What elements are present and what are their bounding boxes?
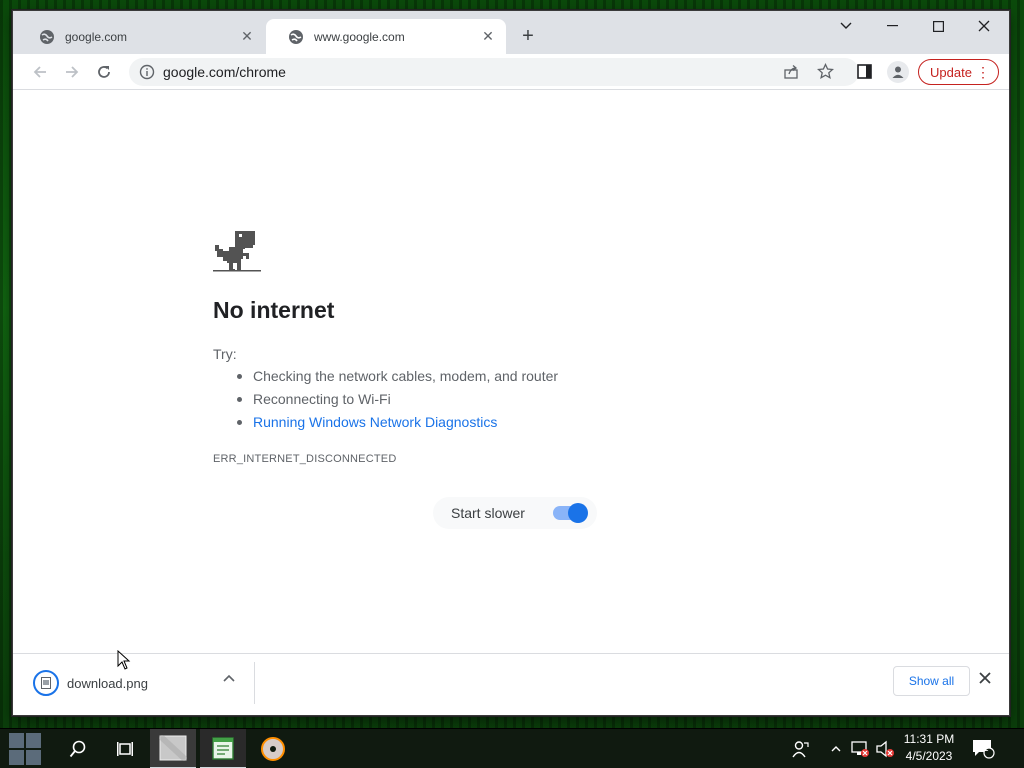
download-item[interactable]: download.png — [33, 668, 148, 698]
forward-button[interactable] — [59, 59, 85, 85]
tab-label: www.google.com — [314, 29, 405, 44]
clock-date: 4/5/2023 — [905, 749, 953, 763]
chevron-down-icon — [840, 22, 852, 29]
mouse-cursor-icon — [117, 650, 131, 670]
notepad-icon — [212, 737, 234, 760]
start-slower-toggle[interactable] — [552, 503, 588, 523]
people-icon — [792, 741, 809, 758]
volume-muted-icon — [876, 740, 894, 758]
tab-strip: google.com ✕ www.google.com ✕ + — [13, 11, 1009, 54]
close-icon[interactable] — [979, 672, 991, 684]
search-button[interactable] — [55, 729, 101, 768]
disc-icon — [261, 737, 285, 761]
toggle-knob — [567, 503, 588, 523]
network-status-button[interactable] — [848, 729, 872, 768]
search-icon — [69, 740, 86, 758]
tab-close-icon[interactable]: ✕ — [480, 28, 496, 45]
show-all-button[interactable]: Show all — [893, 666, 970, 696]
star-icon[interactable] — [817, 63, 834, 80]
profile-avatar[interactable] — [887, 61, 909, 83]
divider — [254, 662, 255, 704]
reload-button[interactable] — [91, 59, 117, 85]
taskbar-app-disc[interactable] — [250, 729, 296, 768]
tab-google[interactable]: google.com ✕ — [17, 19, 265, 54]
dinosaur-icon — [213, 231, 261, 272]
new-tab-button[interactable]: + — [517, 25, 539, 47]
show-hidden-icons-button[interactable] — [826, 729, 846, 768]
tab-search-button[interactable] — [823, 11, 869, 41]
update-button[interactable]: Update ⋮ — [918, 59, 999, 85]
globe-icon — [40, 29, 54, 44]
taskbar-app-window[interactable] — [150, 729, 196, 768]
update-label: Update — [930, 64, 972, 80]
back-button[interactable] — [27, 59, 53, 85]
back-arrow-icon — [33, 66, 46, 78]
person-icon — [892, 66, 904, 78]
tab-close-icon[interactable]: ✕ — [239, 28, 255, 45]
windows-logo-icon — [9, 733, 41, 765]
suggestion-list: Checking the network cables, modem, and … — [235, 368, 558, 437]
chevron-up-icon — [831, 746, 841, 752]
browser-toolbar: google.com/chrome Update ⋮ — [13, 54, 1009, 90]
taskbar-app-notepad[interactable] — [200, 729, 246, 768]
system-clock[interactable]: 11:31 PM 4/5/2023 — [898, 731, 960, 765]
page-content: No internet Try: Checking the network ca… — [13, 91, 1009, 653]
tab-label: google.com — [65, 29, 128, 44]
volume-button[interactable] — [874, 729, 896, 768]
tab-www-google[interactable]: www.google.com ✕ — [266, 19, 506, 54]
taskbar: 11:31 PM 4/5/2023 1 — [0, 728, 1024, 768]
address-bar[interactable]: google.com/chrome — [129, 58, 859, 86]
globe-icon — [289, 29, 303, 44]
start-slower-control[interactable]: Start slower — [433, 497, 597, 529]
maximize-icon — [932, 20, 944, 32]
network-diagnostics-link[interactable]: Running Windows Network Diagnostics — [235, 414, 558, 437]
chrome-window: google.com ✕ www.google.com ✕ + google.c… — [12, 10, 1010, 716]
reload-icon — [98, 66, 110, 78]
list-item: Reconnecting to Wi-Fi — [235, 391, 558, 414]
network-disconnected-icon — [851, 741, 869, 757]
page-title: No internet — [213, 297, 335, 323]
task-view-icon — [117, 742, 133, 756]
download-file-name: download.png — [67, 675, 148, 691]
clock-time: 11:31 PM — [903, 732, 955, 746]
action-center-button[interactable]: 1 — [966, 729, 1000, 768]
file-icon — [33, 670, 59, 696]
start-button[interactable] — [2, 729, 48, 768]
app-window-icon — [159, 735, 187, 761]
address-text: google.com/chrome — [163, 64, 286, 80]
close-window-button[interactable] — [961, 11, 1007, 41]
download-shelf: download.png Show all — [13, 653, 1009, 715]
side-panel-icon[interactable] — [857, 64, 872, 79]
more-vert-icon[interactable]: ⋮ — [976, 63, 990, 81]
people-button[interactable] — [786, 729, 816, 768]
list-item: Checking the network cables, modem, and … — [235, 368, 558, 391]
info-icon[interactable] — [139, 64, 155, 80]
try-label: Try: — [213, 346, 237, 362]
task-view-button[interactable] — [102, 729, 148, 768]
forward-arrow-icon — [66, 66, 79, 78]
notification-count: 1 — [983, 743, 989, 754]
error-code: ERR_INTERNET_DISCONNECTED — [213, 453, 397, 465]
start-slower-label: Start slower — [451, 505, 525, 521]
minimize-button[interactable] — [869, 11, 915, 41]
share-icon[interactable] — [783, 64, 799, 80]
maximize-button[interactable] — [915, 11, 961, 41]
close-icon — [978, 20, 990, 32]
chevron-up-icon[interactable] — [223, 674, 235, 682]
minimize-icon — [886, 25, 898, 27]
